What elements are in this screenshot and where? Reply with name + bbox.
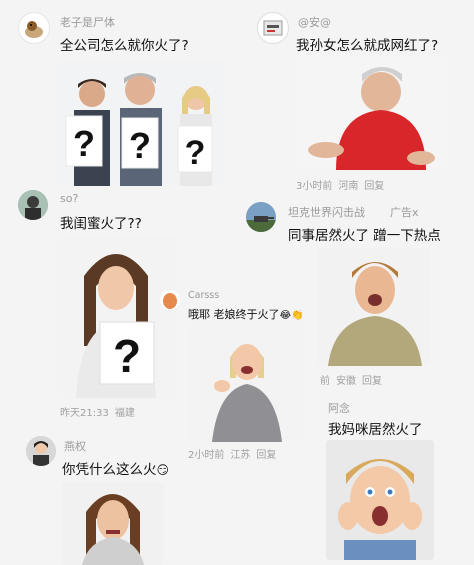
post-text: 你凭什么这么火😏 bbox=[62, 458, 169, 478]
avatar[interactable] bbox=[257, 12, 289, 44]
location: 河南 bbox=[338, 181, 359, 192]
ad-label[interactable]: 广告x bbox=[390, 204, 419, 220]
post-image[interactable] bbox=[188, 322, 306, 442]
post-meta: 3小时前 河南 回复 bbox=[296, 177, 390, 192]
timestamp: 前 bbox=[320, 376, 330, 387]
username[interactable]: 阿念 bbox=[328, 400, 350, 416]
post-text: 全公司怎么就你火了? bbox=[60, 38, 189, 54]
dog-avatar-icon bbox=[25, 21, 43, 38]
username[interactable]: Carsss bbox=[188, 290, 219, 301]
username[interactable]: 老子是尸体 bbox=[60, 14, 115, 30]
post-text-content: 哦耶 老娘终于火了 bbox=[188, 308, 280, 321]
badge-avatar-icon bbox=[263, 20, 283, 36]
username[interactable]: 燕权 bbox=[64, 438, 86, 454]
location: 福建 bbox=[114, 408, 135, 419]
reply-button[interactable]: 回复 bbox=[364, 181, 384, 192]
username[interactable]: so? bbox=[60, 192, 78, 205]
avatar[interactable] bbox=[18, 190, 48, 220]
avatar[interactable] bbox=[18, 12, 50, 44]
avatar[interactable] bbox=[160, 290, 180, 310]
post-meta: 2小时前 江苏 回复 bbox=[188, 446, 282, 461]
reply-button[interactable]: 回复 bbox=[362, 376, 382, 387]
timestamp: 2小时前 bbox=[188, 450, 225, 461]
post-image[interactable]: ? bbox=[58, 236, 178, 398]
clap-emoji-icon: 👏 bbox=[291, 310, 304, 321]
svg-text:?: ? bbox=[129, 125, 151, 166]
post-text: 哦耶 老娘终于火了😂👏 bbox=[188, 306, 304, 322]
timestamp: 3小时前 bbox=[296, 181, 333, 192]
post-meta: 昨天21:33 福建 bbox=[60, 404, 141, 419]
post-text: 同事居然火了 蹭一下热点 bbox=[288, 228, 441, 244]
person-avatar-icon bbox=[18, 190, 48, 220]
svg-text:?: ? bbox=[113, 330, 141, 382]
post-image[interactable]: ? ? ? bbox=[58, 60, 226, 186]
post-text: 我孙女怎么就成网红了? bbox=[296, 38, 439, 54]
tank-game-avatar-icon bbox=[246, 202, 276, 232]
laughing-emoji-icon: 😂 bbox=[279, 310, 292, 321]
username[interactable]: @安@ bbox=[298, 14, 331, 30]
location: 安徽 bbox=[336, 376, 356, 387]
svg-text:?: ? bbox=[73, 123, 95, 164]
person-avatar-icon bbox=[26, 436, 56, 466]
post-image[interactable] bbox=[62, 482, 164, 565]
grin-emoji-icon: 😏 bbox=[156, 463, 170, 477]
avatar[interactable] bbox=[246, 202, 276, 232]
post-text: 我闺蜜火了?? bbox=[60, 216, 142, 232]
post-meta: 前安徽 回复 bbox=[320, 372, 388, 387]
avatar[interactable] bbox=[26, 436, 56, 466]
post-text: 我妈咪居然火了 bbox=[328, 422, 423, 438]
reply-button[interactable]: 回复 bbox=[256, 450, 276, 461]
egg-avatar-icon bbox=[163, 293, 177, 309]
post-image[interactable] bbox=[326, 440, 434, 560]
post-image[interactable] bbox=[296, 58, 446, 170]
username[interactable]: 坦克世界闪击战 bbox=[288, 204, 365, 220]
timestamp: 昨天21:33 bbox=[60, 408, 109, 419]
post-text-content: 你凭什么这么火 bbox=[62, 462, 157, 478]
svg-text:?: ? bbox=[185, 134, 206, 172]
post-image[interactable] bbox=[318, 248, 430, 366]
location: 江苏 bbox=[230, 450, 251, 461]
